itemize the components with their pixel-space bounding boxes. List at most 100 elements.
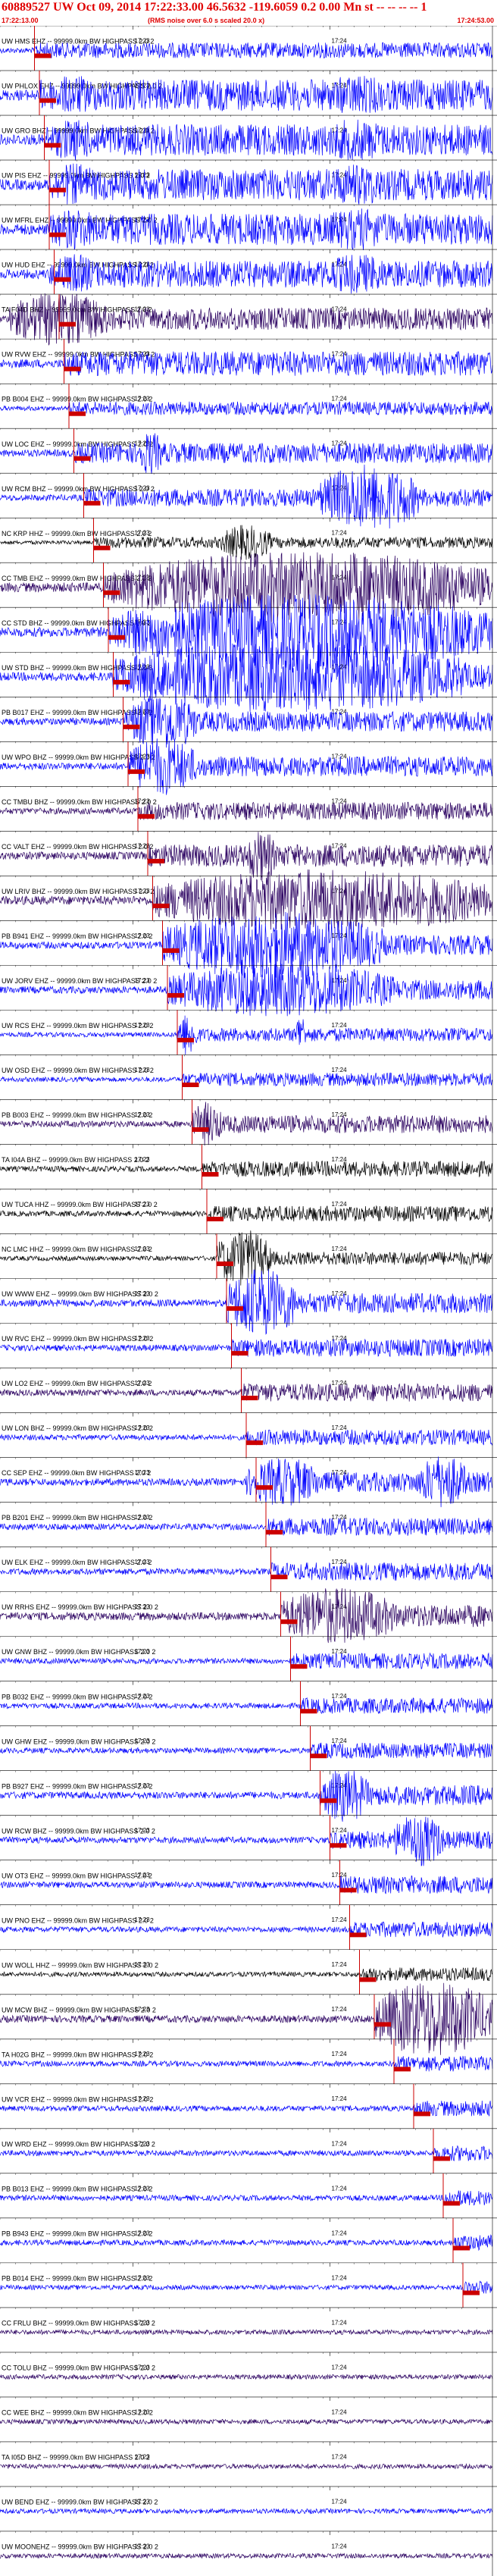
- pick-marker: [44, 143, 61, 148]
- minute-label: 17:24: [332, 37, 348, 44]
- pick-marker: [128, 769, 145, 774]
- pick-marker: [349, 1932, 367, 1938]
- waveform: [0, 1816, 493, 1866]
- station-label: UW RCS EHZ -- 99999.0km BW HIGHPASS 2.0 …: [2, 1022, 153, 1029]
- station-label: NC LMC HHZ -- 99999.0km BW HIGHPASS 2.0 …: [2, 1246, 152, 1253]
- pick-marker: [49, 232, 66, 237]
- station-label: UW RCM BHZ -- 99999.0km BW HIGHPASS 2.0 …: [2, 485, 155, 493]
- trace-row: 17:23 17:24CC FRLU BHZ -- 99999.0km BW HI…: [0, 2307, 497, 2336]
- pick-marker: [231, 1351, 248, 1356]
- minute-label: 17:24: [332, 1156, 348, 1163]
- waveform: [0, 1102, 493, 1146]
- pick-marker: [69, 411, 86, 416]
- waveform: [0, 964, 493, 1017]
- trace-row: 17:23 17:24UW MOONEHZ -- 99999.0km BW HIG…: [0, 2531, 497, 2559]
- pick-marker: [394, 2067, 411, 2072]
- pick-marker: [300, 1709, 317, 1714]
- trace-row: 17:23 17:24UW OSD EHZ -- 99999.0km BW HIG…: [0, 1055, 497, 1100]
- pick-marker: [182, 1082, 199, 1087]
- pick-marker: [270, 1575, 288, 1580]
- station-label: CC TMBU BHZ -- 99999.0km BW HIGHPASS 2.0…: [2, 798, 157, 806]
- station-label: UW WRD EHZ -- 99999.0km BW HIGHPASS 2.0 …: [2, 2140, 155, 2148]
- trace-row: 17:23 17:24CC SEP EHZ -- 99999.0km BW HIG…: [0, 1456, 497, 1508]
- station-label: CC SEP EHZ -- 99999.0km BW HIGHPASS 2.0 …: [2, 1469, 151, 1477]
- trace-row: 17:23 17:24UW BEND EHZ -- 99999.0km BW HI…: [0, 2486, 497, 2515]
- pick-marker: [64, 366, 81, 371]
- trace-row: 17:23 17:24UW PIS EHZ -- 99999.0km BW HIG…: [0, 159, 497, 205]
- station-label: UW PNO EHZ -- 99999.0km BW HIGHPASS 2.0 …: [2, 1916, 154, 1924]
- minute-label: 17:24: [332, 1827, 348, 1834]
- pick-marker: [207, 1217, 223, 1222]
- waveform: [0, 254, 493, 294]
- minute-label: 17:24: [332, 2006, 348, 2013]
- station-label: UW ELK EHZ -- 99999.0km BW HIGHPASS 2.0 …: [2, 1559, 152, 1566]
- waveform: [0, 1587, 493, 1644]
- trace-row: 17:23 17:24NC LMC HHZ -- 99999.0km BW HIG…: [0, 1230, 497, 1286]
- pick-marker: [202, 1172, 219, 1177]
- waveform: [0, 163, 493, 205]
- trace-row: 17:23 17:24UW RVC EHZ -- 99999.0km BW HIG…: [0, 1323, 497, 1368]
- station-label: PB B004 EHZ -- 99999.0km BW HIGHPASS 2.0…: [2, 396, 152, 403]
- pick-marker: [280, 1619, 298, 1625]
- station-label: UW LO2 EHZ -- 99999.0km BW HIGHPASS 2.0 …: [2, 1380, 152, 1387]
- pick-marker: [152, 903, 170, 908]
- pick-marker: [138, 813, 155, 819]
- station-label: UW RCW BHZ -- 99999.0km BW HIGHPASS 2.0 …: [2, 1827, 155, 1835]
- trace-row: 17:23 17:24PB B003 EHZ -- 99999.0km BW HI…: [0, 1099, 497, 1146]
- station-label: CC FRLU BHZ -- 99999.0km BW HIGHPASS 2.0…: [2, 2320, 155, 2327]
- station-label: UW HMS EHZ -- 99999.0km BW HIGHPASS 2.0 …: [2, 38, 154, 45]
- minute-label: 17:24: [332, 2543, 348, 2549]
- trace-row: 17:23 17:24UW WRD EHZ -- 99999.0km BW HIG…: [0, 2128, 497, 2173]
- trace-row: 17:23 17:24UW GNW BHZ -- 99999.0km BW HIG…: [0, 1636, 497, 1681]
- waveform: [0, 2552, 493, 2559]
- minute-label: 17:24: [332, 2319, 348, 2326]
- trace-row: 17:23 17:24UW LOC EHZ -- 99999.0km BW HIG…: [0, 428, 497, 475]
- pick-marker: [320, 1798, 337, 1804]
- minute-label: 17:24: [332, 1559, 348, 1565]
- trace-row: 17:23 17:24TA I04A BHZ -- 99999.0km BW HI…: [0, 1144, 497, 1189]
- pick-marker: [463, 2290, 480, 2296]
- pick-marker: [433, 2156, 450, 2161]
- minute-label: 17:24: [332, 754, 348, 760]
- station-label: PB B003 EHZ -- 99999.0km BW HIGHPASS 2.0…: [2, 1111, 152, 1119]
- pick-marker: [192, 1127, 209, 1133]
- waveform: [0, 2280, 493, 2294]
- trace-row: 17:23 17:24UW WOLL HHZ -- 99999.0km BW HI…: [0, 1949, 497, 1995]
- pick-marker: [93, 545, 111, 550]
- pick-marker: [177, 1037, 194, 1042]
- pick-marker: [123, 724, 140, 729]
- trace-row: 17:23 17:24UW JORV EHZ -- 99999.0km BW HI…: [0, 964, 497, 1017]
- pick-marker: [148, 858, 164, 863]
- station-label: UW GNW BHZ -- 99999.0km BW HIGHPASS 2.0 …: [2, 1648, 155, 1656]
- trace-row: 17:23 17:24TA F04D BHZ -- 99999.0km BW HI…: [0, 293, 497, 346]
- trace-row: 17:23 17:24UW LON BHZ -- 99999.0km BW HIG…: [0, 1412, 497, 1458]
- trace-row: 17:23 17:24NC KRP HHZ -- 99999.0km BW HIG…: [0, 517, 497, 563]
- trace-row: 17:23 17:24UW ELK EHZ -- 99999.0km BW HIG…: [0, 1547, 497, 1592]
- trace-row: 17:23 17:24UW GRO BHZ -- 99999.0km BW HIG…: [0, 114, 497, 161]
- minute-label: 17:24: [332, 440, 348, 447]
- waveform: [0, 1770, 493, 1822]
- trace-row: 17:23 17:24UW PNO EHZ -- 99999.0km BW HIG…: [0, 1904, 497, 1950]
- trace-row: 17:23 17:24PB B941 EHZ -- 99999.0km BW HI…: [0, 911, 497, 978]
- pick-marker: [39, 98, 56, 103]
- station-label: PB B941 EHZ -- 99999.0km BW HIGHPASS 2.0…: [2, 932, 152, 940]
- station-label: CC WEE BHZ -- 99999.0km BW HIGHPASS 2.0 …: [2, 2409, 153, 2417]
- pick-marker: [246, 1440, 263, 1446]
- minute-label: 17:24: [332, 1872, 348, 1879]
- pick-marker: [34, 53, 52, 58]
- station-label: UW VCR EHZ -- 99999.0km BW HIGHPASS 2.0 …: [2, 2095, 153, 2103]
- seismogram-panel: 17:23 17:24UW HMS EHZ -- 99999.0km BW HIG…: [0, 26, 497, 2576]
- trace-row: 17:23 17:24PB B927 EHZ -- 99999.0km BW HI…: [0, 1770, 497, 1822]
- station-label: PB B013 EHZ -- 99999.0km BW HIGHPASS 2.0…: [2, 2185, 152, 2192]
- waveform: [0, 1966, 493, 1982]
- trace-row: 17:23 17:24PB B004 EHZ -- 99999.0km BW HI…: [0, 383, 497, 429]
- waveform: [0, 832, 493, 882]
- minute-label: 17:24: [332, 2453, 348, 2460]
- pick-marker: [374, 2022, 391, 2027]
- station-label: UW BEND EHZ -- 99999.0km BW HIGHPASS 2.0…: [2, 2499, 158, 2506]
- trace-row: 17:23 17:24TA I05D BHZ -- 99999.0km BW HI…: [0, 2441, 497, 2470]
- trace-row: 17:23 17:24UW RCM BHZ -- 99999.0km BW HIG…: [0, 464, 497, 529]
- waveform: [0, 1230, 493, 1286]
- minute-label: 17:24: [332, 530, 348, 537]
- waveform: [0, 1982, 493, 2055]
